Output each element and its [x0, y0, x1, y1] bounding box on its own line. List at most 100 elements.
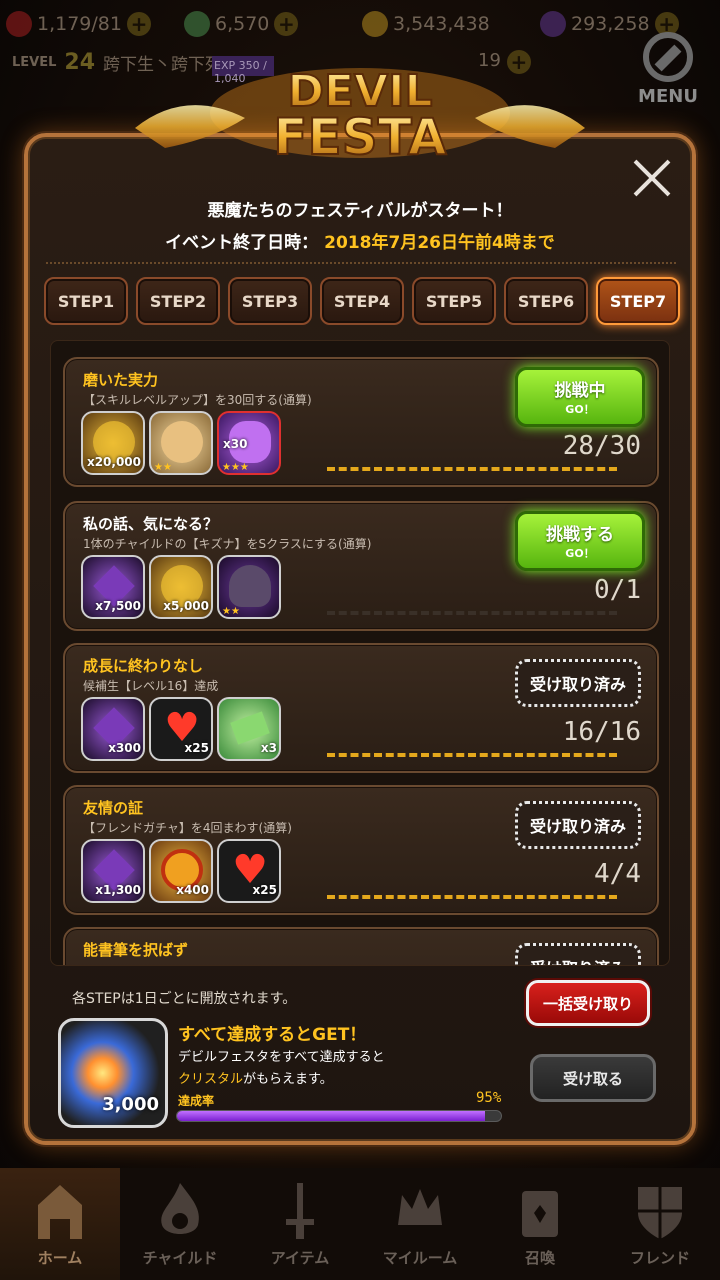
divider [46, 262, 676, 264]
claimed-button[interactable]: 受け取り済み [515, 659, 641, 707]
mission-desc: 【スキルレベルアップ】を30回する(通算) [83, 393, 312, 407]
completion-rate-value: 95% [476, 1090, 502, 1106]
menu-label: MENU [638, 86, 698, 107]
nav-label: 召喚 [524, 1249, 555, 1267]
bottom-nav: ホーム チャイルド アイテム マイルーム 召喚 フレンド [0, 1168, 720, 1280]
bulk-receive-button[interactable]: 一括受け取り [526, 980, 650, 1026]
wrench-gear-icon [643, 32, 693, 82]
crystal-reward: 3,000 [58, 1018, 168, 1128]
completion-rate-bar [176, 1110, 502, 1122]
reward-item[interactable]: x1,300 [81, 839, 145, 903]
mission-card: 成長に終わりなし 候補生【レベル16】達成 x300 ♥ x25 x3 16/1… [63, 643, 659, 773]
reward-stars: ★★ [222, 606, 240, 617]
challenge-label: 挑戦中 [554, 381, 606, 401]
hearts-value: 1,179/81 [37, 13, 122, 35]
mission-progress-bar [327, 611, 617, 615]
nav-home[interactable]: ホーム [0, 1168, 120, 1280]
receive-button[interactable]: 受け取る [530, 1054, 656, 1102]
event-deadline: イベント終了日時： 2018年7月26日午前4時まで [0, 228, 720, 253]
tab-step1[interactable]: STEP1 [44, 277, 128, 325]
nav-summon[interactable]: 召喚 [480, 1168, 600, 1280]
reward-item[interactable]: ★★ [217, 555, 281, 619]
reward-qty: x25 [252, 883, 277, 897]
resource-hearts: 1,179/81 + [6, 11, 176, 37]
reward-list: x1,300 x400 ♥ x25 [81, 839, 281, 903]
nav-item[interactable]: アイテム [240, 1168, 360, 1280]
reward-qty: x300 [108, 741, 141, 755]
challenge-sub: GO！ [565, 547, 595, 560]
reward-item[interactable]: ♥ x25 [149, 697, 213, 761]
completion-rate-fill [177, 1111, 485, 1121]
nav-myroom[interactable]: マイルーム [360, 1168, 480, 1280]
reward-list: x20,000 ★★ x30 ★★★ [81, 411, 281, 475]
mission-card: 友情の証 【フレンドガチャ】を4回まわす(通算) x1,300 x400 ♥ x… [63, 785, 659, 915]
yellow-creature-icon [161, 421, 203, 463]
mission-card: 私の話、気になる？ 1体のチャイルドの【キズナ】をSクラスにする(通算) x7,… [63, 501, 659, 631]
mission-desc: 候補生【レベル16】達成 [83, 679, 219, 693]
claimed-button[interactable]: 受け取り済み [515, 801, 641, 849]
mission-title: 友情の証 [83, 799, 144, 817]
resource-coins: 3,543,438 [362, 11, 532, 37]
nav-friend[interactable]: フレンド [600, 1168, 720, 1280]
reward-stars: ★★ [154, 462, 172, 473]
reward-qty: x7,500 [95, 599, 141, 613]
dark-child-icon [229, 565, 271, 607]
tab-step2[interactable]: STEP2 [136, 277, 220, 325]
nav-label: フレンド [629, 1249, 690, 1267]
add-gems-button[interactable]: + [274, 12, 299, 36]
complete-reward-desc-2: クリスタルがもらえます。 [178, 1068, 333, 1087]
level-label: LEVEL [12, 55, 57, 70]
reward-item[interactable]: ★★ [149, 411, 213, 475]
unlock-note: 各STEPは1日ごとに開放されます。 [72, 991, 297, 1007]
mission-list[interactable]: 磨いた実力 【スキルレベルアップ】を30回する(通算) x20,000 ★★ x… [50, 340, 670, 966]
challenge-sub: GO！ [565, 403, 595, 416]
menu-button[interactable]: MENU [634, 32, 702, 107]
reward-qty: x3 [260, 741, 277, 755]
reward-list: x300 ♥ x25 x3 [81, 697, 281, 761]
reward-item[interactable]: x7,500 [81, 555, 145, 619]
tab-step3[interactable]: STEP3 [228, 277, 312, 325]
add-hearts-button[interactable]: + [126, 12, 151, 36]
tab-step7[interactable]: STEP7 [596, 277, 680, 325]
reward-list: x7,500 x5,000 ★★ [81, 555, 281, 619]
reward-item[interactable]: x300 [81, 697, 145, 761]
coin-icon [362, 11, 388, 37]
reward-stars: ★★★ [222, 462, 249, 473]
challenge-button[interactable]: 挑戦中 GO！ [515, 367, 645, 427]
resource-bar: 1,179/81 + 6,570 + 3,543,438 293,258 + [0, 0, 720, 48]
complete-reward-desc: デビルフェスタをすべて達成すると [178, 1050, 385, 1065]
crown-icon [398, 1189, 442, 1225]
mission-title: 磨いた実力 [83, 371, 159, 389]
logo-festa: FESTA [273, 108, 447, 166]
mission-desc: 1体のチャイルドの【キズナ】をSクラスにする(通算) [83, 537, 372, 551]
reward-qty: x400 [176, 883, 209, 897]
shield-icon [638, 1187, 682, 1239]
challenge-button[interactable]: 挑戦する GO！ [515, 511, 645, 571]
reward-item[interactable]: x3 [217, 697, 281, 761]
reward-item[interactable]: x400 [149, 839, 213, 903]
reward-item[interactable]: x20,000 [81, 411, 145, 475]
tab-step5[interactable]: STEP5 [412, 277, 496, 325]
home-icon [38, 1185, 82, 1239]
crystal-highlight: クリスタル [178, 1072, 244, 1087]
mission-title: 成長に終わりなし [83, 657, 204, 675]
dark-crystal-icon [540, 11, 566, 37]
mission-progress: 16/16 [562, 717, 641, 747]
reward-qty: x1,300 [95, 883, 141, 897]
coins-value: 3,543,438 [393, 13, 490, 35]
reward-item[interactable]: ♥ x25 [217, 839, 281, 903]
reward-item[interactable]: x30 ★★★ [217, 411, 281, 475]
devil-festa-logo: DEVIL FESTA [135, 65, 585, 167]
heart-icon [6, 11, 32, 37]
event-intro: 悪魔たちのフェスティバルがスタート！ [207, 201, 513, 221]
tab-step4[interactable]: STEP4 [320, 277, 404, 325]
reward-item[interactable]: x5,000 [149, 555, 213, 619]
nav-label: ホーム [37, 1249, 83, 1267]
challenge-label: 挑戦する [546, 525, 614, 545]
nav-child[interactable]: チャイルド [120, 1168, 240, 1280]
claimed-button[interactable]: 受け取り済み [515, 943, 641, 965]
tab-step6[interactable]: STEP6 [504, 277, 588, 325]
summon-card-icon [522, 1191, 558, 1237]
reward-qty: x25 [184, 741, 209, 755]
mission-progress: 0/1 [594, 575, 641, 605]
